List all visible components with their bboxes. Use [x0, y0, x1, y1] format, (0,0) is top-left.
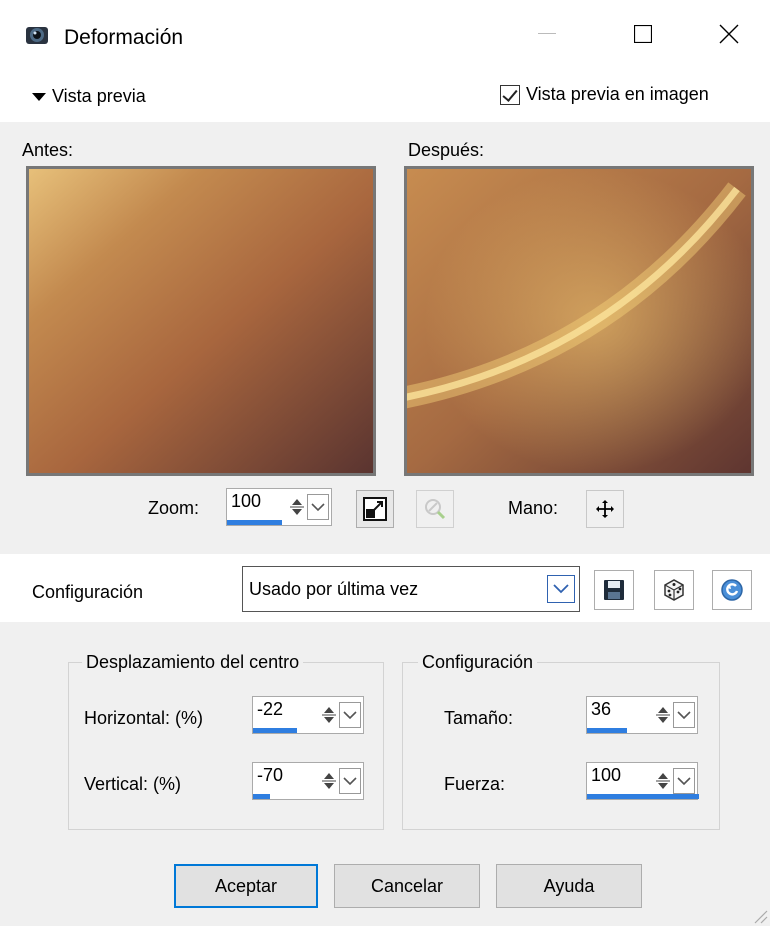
size-label: Tamaño: — [444, 708, 514, 728]
before-label: Antes: — [22, 140, 74, 160]
chevron-down-icon — [343, 777, 357, 786]
horizontal-dropdown-button[interactable] — [339, 702, 361, 728]
save-preset-button[interactable] — [594, 570, 634, 610]
zoom-label: Zoom: — [148, 498, 200, 518]
strength-dropdown-button[interactable] — [673, 768, 695, 794]
chevron-down-icon — [553, 584, 569, 594]
minimize-button[interactable] — [518, 14, 576, 54]
settings-group-title: Configuración — [418, 652, 538, 673]
dice-icon — [664, 579, 684, 601]
help-button[interactable]: Ayuda — [496, 864, 642, 908]
hand-label: Mano: — [508, 498, 559, 518]
spin-arrows-icon — [656, 707, 670, 723]
vertical-spinbox[interactable]: -70 — [252, 762, 364, 800]
zoom-value[interactable]: 100 — [231, 491, 261, 512]
spin-arrows-icon — [322, 773, 336, 789]
preset-label: Configuración — [32, 582, 144, 602]
floppy-disk-icon — [604, 580, 624, 600]
chevron-down-icon — [677, 711, 691, 720]
after-label: Después: — [408, 140, 485, 160]
maximize-icon — [634, 25, 652, 43]
maximize-button[interactable] — [614, 14, 672, 54]
strength-label: Fuerza: — [444, 774, 506, 794]
reset-preset-button[interactable] — [712, 570, 752, 610]
vertical-level-bar — [253, 794, 270, 799]
size-level-bar — [587, 728, 627, 733]
preview-in-image-label: Vista previa en imagen — [526, 84, 709, 104]
random-preset-button[interactable] — [654, 570, 694, 610]
zoom-level-bar — [227, 520, 282, 525]
collapse-triangle-icon — [32, 92, 46, 101]
zoom-spinbox[interactable]: 100 — [226, 488, 332, 526]
fit-zoom-button[interactable] — [356, 490, 394, 528]
preview-expander[interactable]: Vista previa — [32, 86, 146, 107]
resize-grip-icon — [754, 910, 768, 924]
before-preview-image[interactable] — [26, 166, 376, 476]
spin-arrows-icon — [656, 773, 670, 789]
move-icon — [596, 500, 614, 518]
preview-expander-label: Vista previa — [52, 86, 146, 106]
zoom-dropdown-button[interactable] — [307, 494, 329, 520]
after-preview-image[interactable] — [394, 166, 754, 476]
strength-value[interactable]: 100 — [591, 765, 621, 786]
chevron-down-icon — [343, 711, 357, 720]
spin-arrows-icon — [290, 499, 304, 515]
preset-dropdown-button[interactable] — [547, 575, 575, 603]
horizontal-value[interactable]: -22 — [257, 699, 283, 720]
preview-in-image-checkbox[interactable] — [500, 84, 520, 105]
horizontal-level-bar — [253, 728, 297, 733]
center-offset-title: Desplazamiento del centro — [82, 652, 304, 673]
zoom-actual-button[interactable] — [416, 490, 454, 528]
close-button[interactable] — [700, 14, 758, 54]
preview-in-image-option[interactable]: Vista previa en imagen — [500, 84, 709, 105]
size-value[interactable]: 36 — [591, 699, 611, 720]
spin-arrows-icon — [322, 707, 336, 723]
preset-select[interactable]: Usado por última vez — [242, 566, 580, 612]
settings-group — [402, 662, 720, 830]
reset-icon — [721, 579, 743, 601]
preset-selected-value: Usado por última vez — [249, 579, 419, 599]
vertical-label: Vertical: (%) — [84, 774, 182, 794]
horizontal-label: Horizontal: (%) — [84, 708, 204, 728]
vertical-dropdown-button[interactable] — [339, 768, 361, 794]
size-spinbox[interactable]: 36 — [586, 696, 698, 734]
magnifier-icon — [425, 499, 446, 520]
center-offset-group — [68, 662, 384, 830]
size-dropdown-button[interactable] — [673, 702, 695, 728]
app-icon — [26, 24, 50, 46]
accept-button[interactable]: Aceptar — [174, 864, 318, 908]
window-title: Deformación — [64, 26, 184, 49]
cancel-button[interactable]: Cancelar — [334, 864, 480, 908]
zoom-fit-icon — [363, 497, 387, 521]
strength-level-bar — [587, 794, 699, 799]
minimize-icon — [538, 33, 556, 34]
resize-grip[interactable] — [748, 904, 768, 924]
strength-spinbox[interactable]: 100 — [586, 762, 699, 800]
horizontal-spinbox[interactable]: -22 — [252, 696, 364, 734]
close-icon — [719, 24, 739, 44]
hand-tool-button[interactable] — [586, 490, 624, 528]
chevron-down-icon — [677, 777, 691, 786]
vertical-value[interactable]: -70 — [257, 765, 283, 786]
chevron-down-icon — [311, 503, 325, 512]
